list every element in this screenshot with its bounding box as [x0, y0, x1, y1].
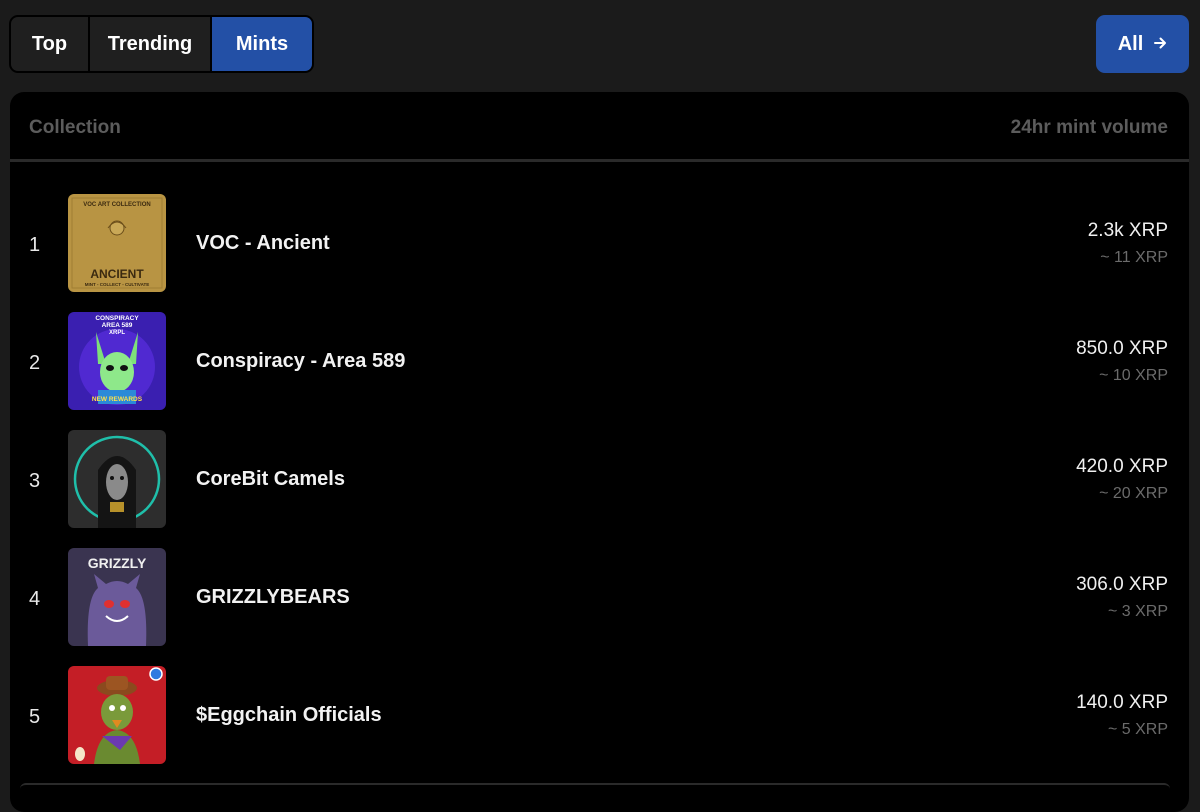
mint-volume: 420.0 XRP [1076, 456, 1168, 477]
tab-mints[interactable]: Mints [212, 17, 312, 71]
mint-price: ~ 11 XRP [1100, 249, 1168, 266]
collection-name[interactable]: $Eggchain Officials [196, 704, 382, 727]
collection-thumbnail: CONSPIRACY AREA 589 XRPL NEW REWARDS [68, 312, 166, 410]
next-panel-edge [20, 783, 1170, 789]
all-button[interactable]: All [1096, 15, 1189, 73]
collection-name[interactable]: CoreBit Camels [196, 468, 345, 491]
table-row[interactable]: 1 VOC ART COLLECTION ANCIENT MINT - COLL… [10, 194, 1189, 304]
collections-table: Collection 24hr mint volume 1 VOC ART CO… [10, 92, 1189, 812]
table-row[interactable]: 2 CONSPIRACY AREA 589 XRPL NEW REWARDS C… [10, 312, 1189, 422]
rank-number: 5 [29, 706, 41, 728]
thumb-subtitle: MINT - COLLECT - CULTIVATE [85, 282, 150, 287]
collection-thumbnail [68, 430, 166, 528]
collection-thumbnail: GRIZZLY [68, 548, 166, 646]
mint-price: ~ 20 XRP [1099, 485, 1168, 502]
mint-volume: 306.0 XRP [1076, 574, 1168, 595]
column-header-collection[interactable]: Collection [29, 117, 121, 139]
tab-group: Top Trending Mints [9, 15, 314, 73]
top-bar: Top Trending Mints All [0, 0, 1200, 92]
mint-price: ~ 10 XRP [1099, 367, 1168, 384]
collection-name[interactable]: GRIZZLYBEARS [196, 586, 350, 609]
table-row[interactable]: 4 GRIZZLY GRIZZLYBEARS 306.0 XRP ~ 3 XRP [10, 548, 1189, 658]
mint-volume: 2.3k XRP [1087, 220, 1168, 241]
thumb-caption: CONSPIRACY [95, 315, 139, 322]
mint-volume: 850.0 XRP [1076, 338, 1168, 359]
rank-number: 3 [29, 470, 41, 492]
all-button-label: All [1117, 32, 1144, 55]
thumb-footer: NEW REWARDS [92, 396, 143, 403]
mint-volume: 140.0 XRP [1076, 692, 1168, 713]
rank-number: 1 [29, 234, 41, 256]
collection-thumbnail [68, 666, 166, 764]
thumb-subtitle: XRPL [109, 330, 125, 336]
thumb-caption: VOC ART COLLECTION [83, 202, 150, 208]
tab-trending[interactable]: Trending [90, 17, 210, 71]
thumb-title: ANCIENT [90, 267, 144, 281]
arrow-right-icon [1153, 33, 1167, 56]
table-row[interactable]: 3 CoreBit Camels 420.0 XRP ~ 20 XRP [10, 430, 1189, 540]
rank-number: 2 [29, 352, 41, 374]
thumb-title: AREA 589 [102, 322, 133, 329]
mint-price: ~ 3 XRP [1107, 603, 1168, 620]
mint-price: ~ 5 XRP [1107, 721, 1168, 738]
tab-top[interactable]: Top [11, 17, 88, 71]
thumb-title: GRIZZLY [88, 555, 147, 571]
rank-number: 4 [29, 588, 41, 610]
column-header-volume[interactable]: 24hr mint volume [1011, 117, 1168, 139]
collection-thumbnail: VOC ART COLLECTION ANCIENT MINT - COLLEC… [68, 194, 166, 292]
collection-name[interactable]: Conspiracy - Area 589 [196, 350, 405, 373]
table-header: Collection 24hr mint volume [10, 92, 1189, 162]
collection-name[interactable]: VOC - Ancient [196, 232, 330, 255]
table-row[interactable]: 5 $Eggchain Officials 140.0 XRP ~ 5 XRP [10, 666, 1189, 776]
